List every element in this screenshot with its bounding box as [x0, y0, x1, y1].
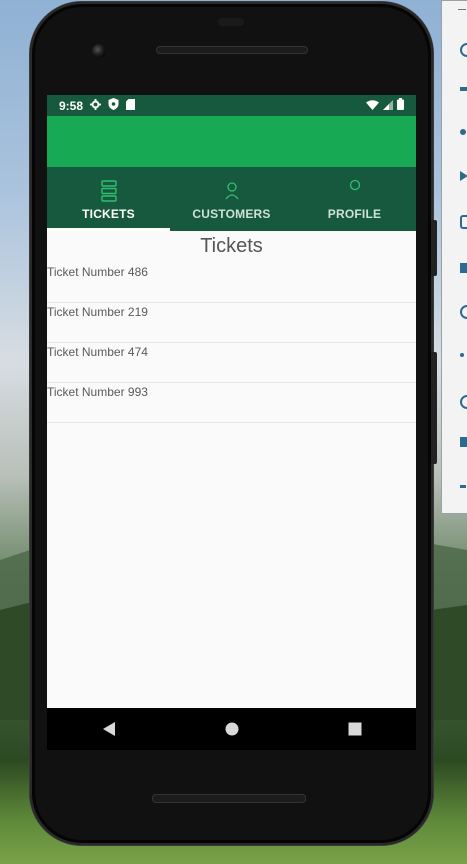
more-icon[interactable]: [460, 485, 466, 488]
tab-tickets[interactable]: TICKETS: [47, 167, 170, 231]
rotate-left-icon[interactable]: [460, 171, 467, 181]
system-nav-bar: [47, 708, 416, 750]
ticket-list-item[interactable]: Ticket Number 219: [47, 303, 416, 343]
power-button[interactable]: [431, 220, 437, 276]
circle-icon: [349, 179, 361, 203]
top-notch: [218, 18, 244, 26]
bottom-speaker: [152, 794, 306, 803]
ticket-list-item[interactable]: Ticket Number 486: [47, 263, 416, 303]
volume-up-icon[interactable]: [460, 87, 467, 91]
front-camera: [92, 44, 106, 58]
overview-icon[interactable]: [460, 437, 467, 447]
ticket-list-item[interactable]: Ticket Number 993: [47, 383, 416, 423]
person-icon: [224, 179, 239, 203]
power-icon[interactable]: [460, 43, 467, 57]
list-icon: [100, 179, 117, 203]
signal-icon: [383, 99, 393, 113]
rotate-right-icon[interactable]: [460, 215, 467, 229]
ticket-label: Ticket Number 219: [47, 305, 148, 319]
status-bar: 9:58: [47, 95, 416, 116]
nav-back-button[interactable]: [89, 709, 129, 749]
home-icon[interactable]: [460, 395, 467, 409]
minimize-icon[interactable]: [458, 9, 466, 10]
app-bar: [47, 116, 416, 167]
ticket-list-item[interactable]: Ticket Number 474: [47, 343, 416, 383]
page-title: Tickets: [200, 235, 263, 257]
nav-recents-button[interactable]: [335, 709, 375, 749]
gear-icon: [90, 98, 102, 113]
home-circle-icon: [225, 722, 238, 736]
tab-profile[interactable]: PROFILE: [293, 167, 416, 231]
battery-icon: [397, 98, 404, 113]
tab-customers-label: CUSTOMERS: [192, 207, 271, 221]
ticket-label: Ticket Number 993: [47, 385, 148, 399]
shield-icon: [108, 98, 119, 113]
camera-icon[interactable]: [460, 263, 467, 273]
sd-card-icon: [126, 98, 136, 113]
back-icon[interactable]: [460, 353, 464, 357]
ticket-label: Ticket Number 486: [47, 265, 148, 279]
earpiece-speaker: [156, 46, 308, 54]
tab-profile-label: PROFILE: [327, 207, 382, 221]
volume-down-icon[interactable]: [460, 129, 466, 135]
wifi-icon: [366, 99, 379, 113]
tab-customers[interactable]: CUSTOMERS: [170, 167, 293, 231]
status-time: 9:58: [59, 98, 84, 113]
tab-tickets-label: TICKETS: [82, 207, 135, 221]
nav-home-button[interactable]: [212, 709, 252, 749]
phone-screen: 9:58 TICKETS CUSTOMERS PROFILE Tickets T…: [47, 95, 416, 708]
back-triangle-icon: [102, 722, 115, 736]
ticket-list: Ticket Number 486 Ticket Number 219 Tick…: [47, 263, 416, 423]
volume-rocker[interactable]: [431, 352, 437, 464]
ticket-label: Ticket Number 474: [47, 345, 148, 359]
tab-bar: TICKETS CUSTOMERS PROFILE: [47, 167, 416, 231]
zoom-icon[interactable]: [460, 305, 467, 319]
recents-square-icon: [348, 722, 361, 736]
emulator-toolbar: [441, 0, 467, 514]
